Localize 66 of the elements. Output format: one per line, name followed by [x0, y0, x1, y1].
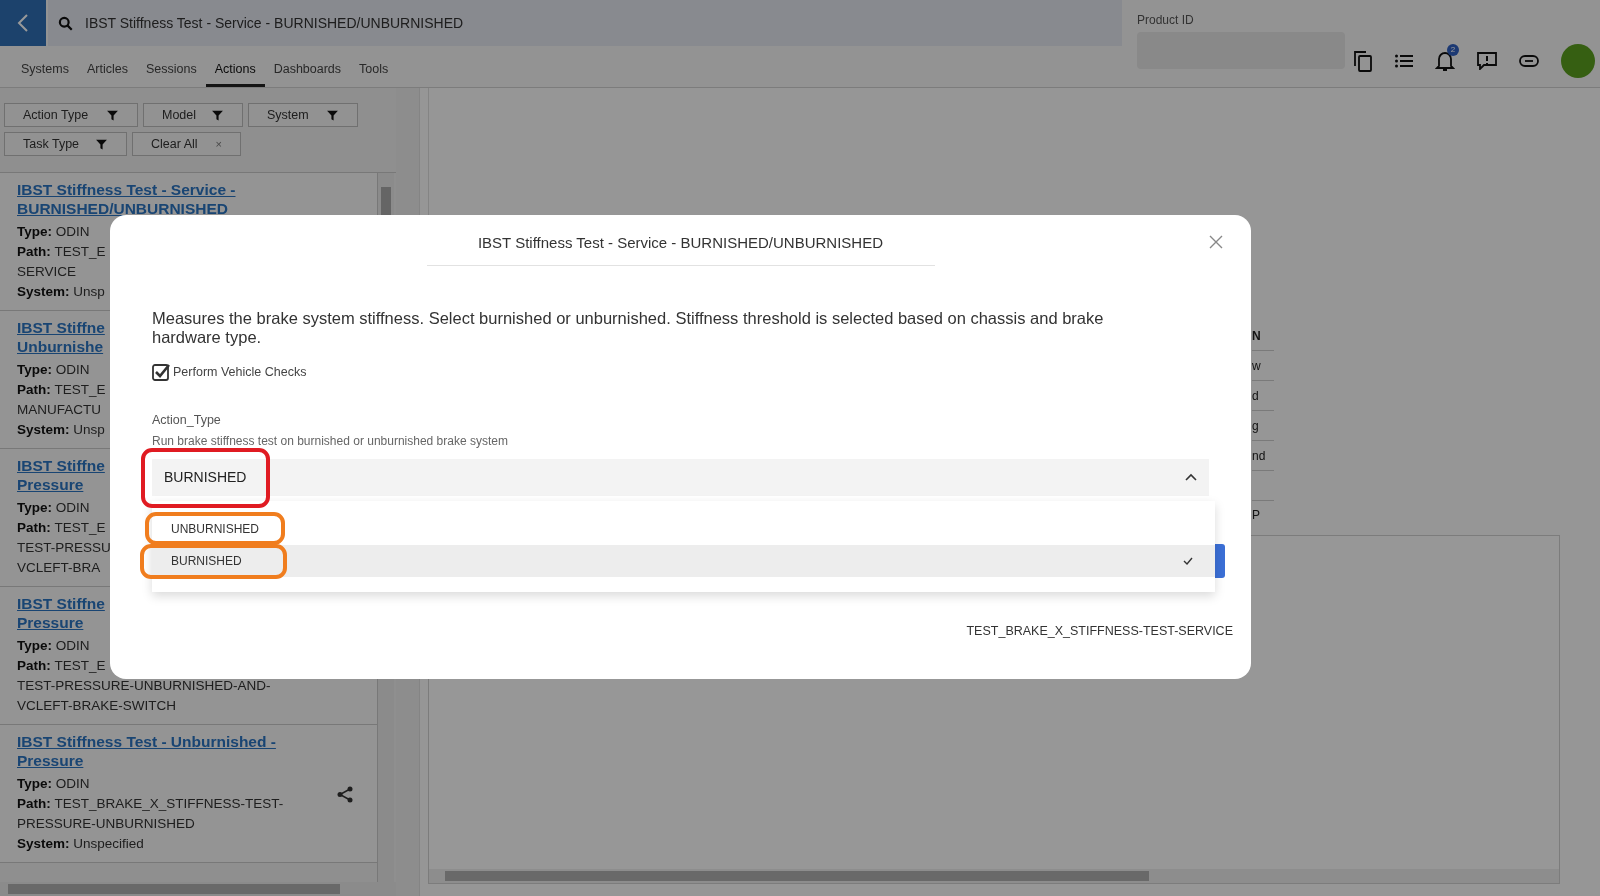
action-type-select[interactable]: BURNISHED	[152, 458, 1209, 496]
table-cell: g	[1252, 411, 1274, 441]
search-field[interactable]: IBST Stiffness Test - Service - BURNISHED/UNBURNISHED	[48, 0, 1122, 46]
filter-icon	[326, 108, 339, 122]
dropdown-option[interactable]: BURNISHED	[152, 545, 1215, 577]
share-icon[interactable]	[337, 786, 353, 803]
dialog-title: IBST Stiffness Test - Service - BURNISHED/UNBURNISHED	[477, 234, 884, 251]
product-id-label: Product ID	[1137, 12, 1195, 29]
list-icon[interactable]	[1395, 54, 1413, 68]
footer-text: TEST_BRAKE_X_STIFFNESS-TEST-SERVICE	[966, 623, 1233, 641]
link-icon[interactable]	[1519, 55, 1539, 67]
nav-tab[interactable]: Dashboards	[264, 55, 351, 87]
action-detail: Type: ODIN	[17, 637, 90, 655]
action-detail: Path: TEST_E MANUFACTU	[17, 381, 106, 419]
table-cell: w	[1252, 351, 1274, 381]
vehicle-checks-checkbox[interactable]: Perform Vehicle Checks	[152, 363, 1209, 382]
scrollbar[interactable]	[429, 869, 1559, 883]
checkbox-icon	[152, 363, 170, 382]
table-cell: N	[1252, 321, 1274, 351]
close-icon	[1209, 235, 1223, 249]
filter-icon	[211, 108, 224, 122]
back-icon	[16, 13, 30, 33]
filter-icon	[106, 108, 119, 122]
clear-all-button[interactable]: Clear All ×	[132, 132, 241, 156]
nav-tab[interactable]: Tools	[350, 55, 398, 87]
search-icon	[58, 15, 73, 31]
back-button[interactable]	[0, 0, 46, 46]
action-detail: Path: TEST_BRAKE_X_STIFFNESS-TEST- PRESSURE-UNBURNISHED	[17, 795, 284, 833]
field-label: Action_Type	[152, 411, 222, 429]
field-hint: Run brake stiffness test on burnished or unburnished brake system	[152, 432, 509, 450]
bell-icon[interactable]	[1435, 50, 1455, 72]
nav-tab[interactable]: Sessions	[136, 55, 206, 87]
action-detail: System: Unspecified	[17, 835, 144, 853]
filter-icon	[95, 137, 108, 151]
nav-tab[interactable]: Systems	[12, 55, 78, 87]
filter-button[interactable]: Task Type	[4, 132, 127, 156]
filter-button[interactable]: System	[248, 103, 358, 127]
chevron-icon	[1185, 473, 1197, 481]
copy-icon[interactable]	[1353, 50, 1373, 72]
nav-tab[interactable]: Articles	[77, 55, 137, 87]
action-detail: Type: ODIN	[17, 499, 90, 517]
check-icon	[1183, 557, 1193, 565]
avatar[interactable]	[1561, 44, 1595, 78]
close-button[interactable]	[1209, 234, 1225, 250]
filter-button[interactable]: Model	[143, 103, 243, 127]
action-detail: Type: ODIN	[17, 361, 90, 379]
action-card[interactable]: IBST Stiffness Test - Unburnished - Pressure Type: ODIN Path: TEST_BRAKE_X_STIFFNESS-TEST- PRESSURE-UNBURNISHED System: Unspecified	[0, 725, 377, 863]
close-icon: ×	[215, 135, 222, 153]
filter-button[interactable]: Action Type	[4, 103, 138, 127]
action-detail: Type: ODIN	[17, 775, 90, 793]
table-cell: nd	[1252, 441, 1274, 471]
action-detail: System: Unsp	[17, 421, 105, 439]
action-title[interactable]: IBST Stiffness Test - Unburnished - Pressure	[17, 732, 360, 770]
action-detail: Type: ODIN	[17, 223, 90, 241]
scrollbar[interactable]	[0, 882, 396, 896]
dropdown-option[interactable]: UNBURNISHED	[152, 513, 1215, 545]
notification-badge: 2	[1447, 44, 1459, 56]
action-detail: Path: TEST_E TEST-PRESSURE-UNBURNISHED-AND- VCLEFT-BRAKE-SWITCH	[17, 657, 271, 715]
action-detail: System: Unsp	[17, 283, 105, 301]
action-detail: Path: TEST_E SERVICE	[17, 243, 106, 281]
action-title[interactable]: IBST Stiffness Test - Service - BURNISHED/UNBURNISHED	[17, 180, 360, 218]
table-cell-text: P	[1252, 507, 1261, 524]
feedback-icon[interactable]	[1477, 52, 1497, 70]
table-cell: d	[1252, 381, 1274, 411]
dialog-description: Measures the brake system stiffness. Select burnished or unburnished. Stiffness threshold is selected based on chassis and brake hardware type.	[152, 309, 1105, 347]
action-detail: Path: TEST_E TEST-PRESSU VCLEFT-BRA	[17, 519, 111, 577]
